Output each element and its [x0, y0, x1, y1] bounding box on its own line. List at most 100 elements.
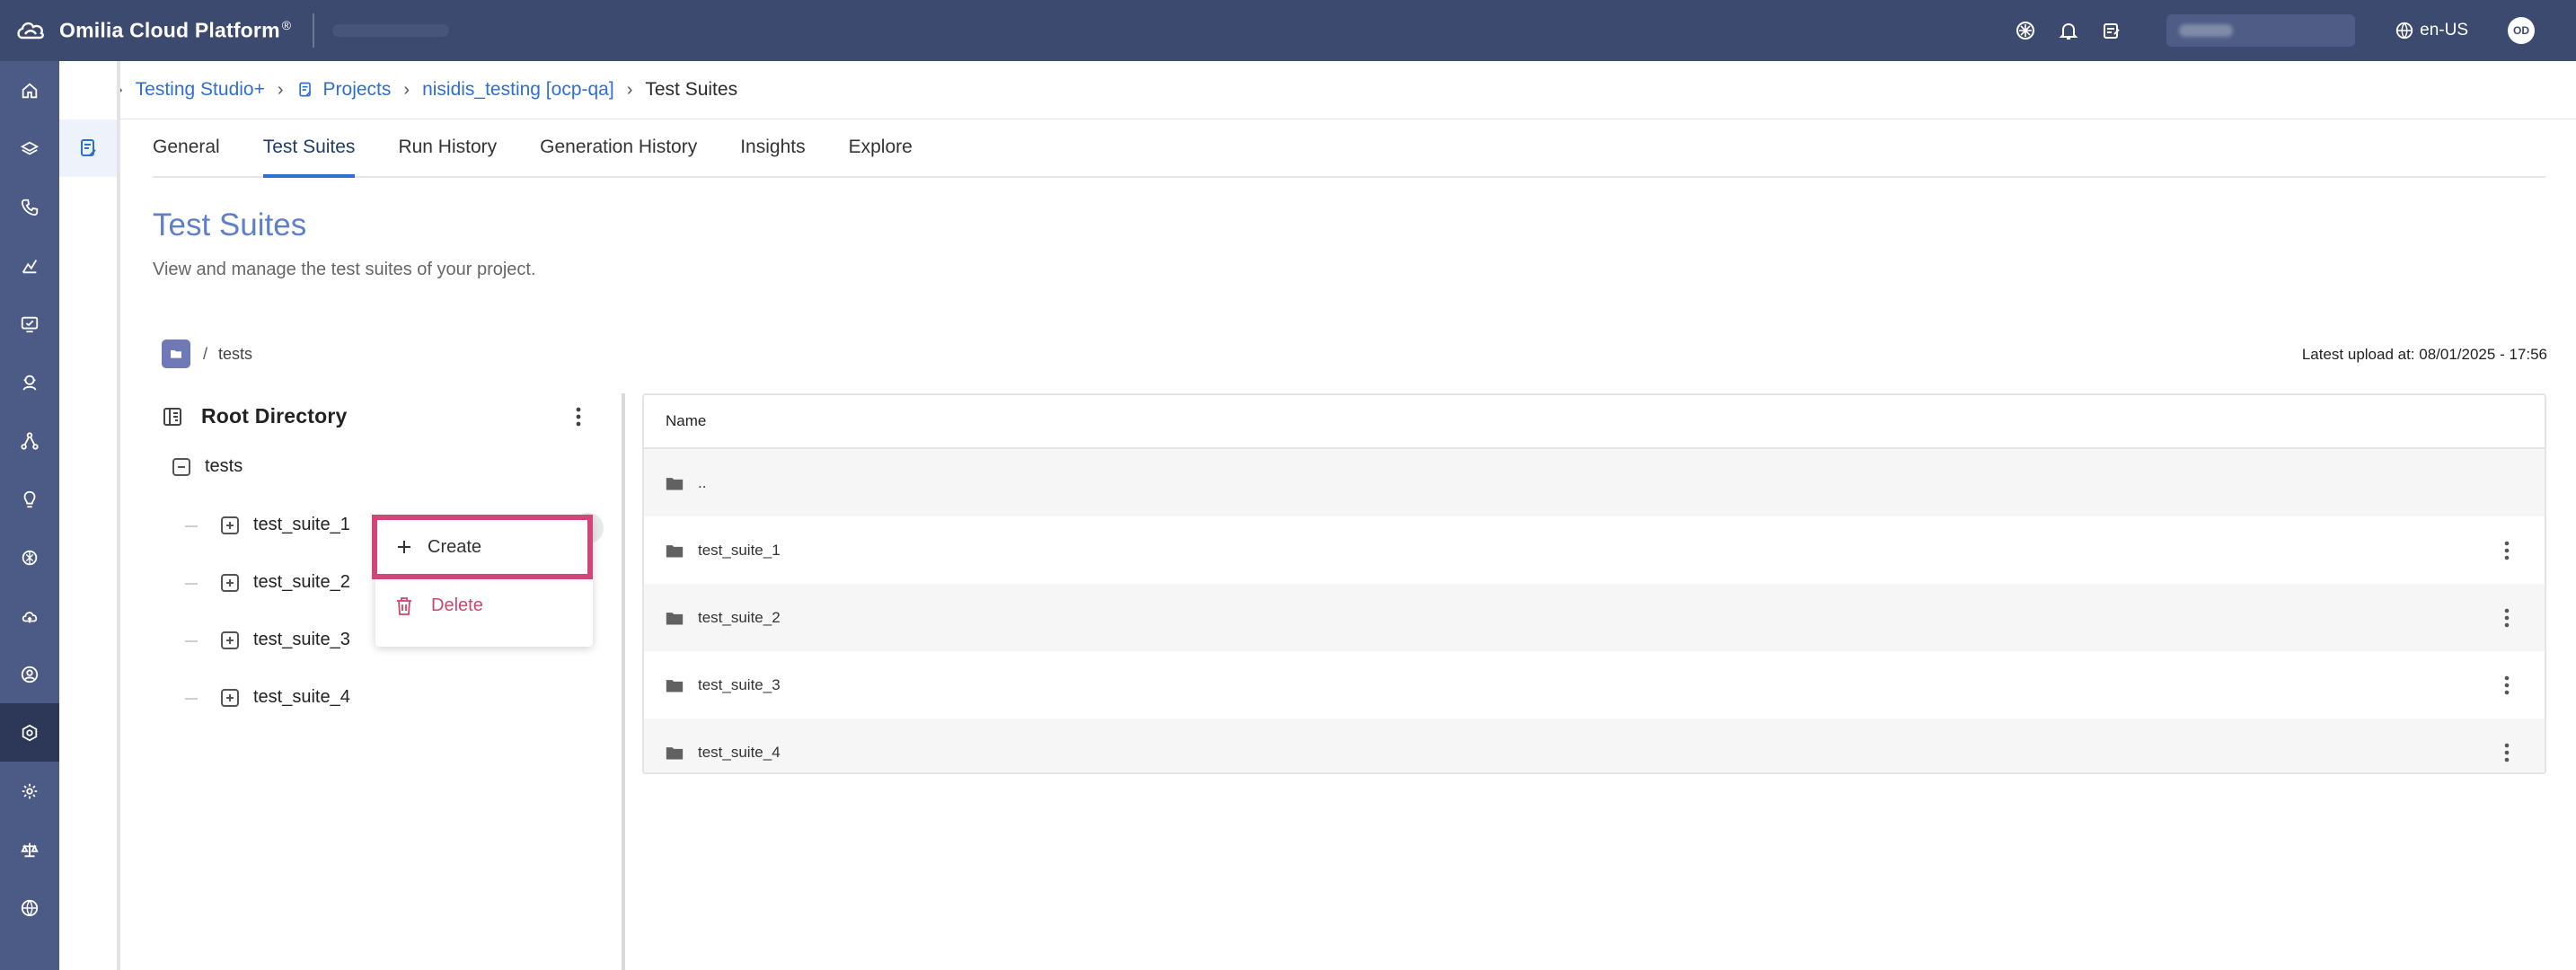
delete-menu-item[interactable]: Delete: [395, 595, 483, 616]
table-row-parent[interactable]: ..: [644, 449, 2545, 516]
file-table: Name .. test_suite_1 test_suite_2 test_s…: [642, 393, 2546, 774]
folder-icon: [171, 350, 181, 358]
tree-node-suite-2[interactable]: test_suite_2: [221, 572, 350, 593]
rail-item-project[interactable]: [59, 119, 117, 177]
context-menu: Create Delete: [372, 515, 593, 647]
table-row-label: test_suite_3: [698, 675, 781, 693]
root-more-icon[interactable]: [575, 406, 582, 432]
breadcrumb: › Testing Studio+ › Projects › nisidis_t…: [59, 61, 2576, 119]
table-header-name[interactable]: Name: [644, 395, 2545, 449]
trash-icon: [397, 596, 411, 615]
brand-name: Omilia Cloud Platform ®: [59, 18, 292, 42]
account-name-redacted: [2179, 24, 2234, 37]
table-row-label: test_suite_1: [698, 541, 781, 559]
root-folder-button[interactable]: [162, 340, 190, 368]
secondary-rail: [59, 61, 120, 970]
sidebar-item-agent[interactable]: [0, 353, 59, 411]
hexagon-icon: [22, 724, 38, 741]
tree-node-suite-4[interactable]: test_suite_4: [221, 687, 350, 708]
phone-icon: [21, 198, 39, 216]
folder-icon: [666, 544, 684, 557]
tree-header: Root Directory: [162, 404, 348, 428]
globe-icon: [2395, 22, 2413, 40]
account-selector[interactable]: [2166, 14, 2356, 47]
avatar[interactable]: OD: [2508, 17, 2535, 44]
bell-icon[interactable]: [2053, 15, 2084, 46]
chevron-right-icon: ›: [626, 79, 633, 100]
sidebar-item-compliance[interactable]: [0, 820, 59, 878]
tab-explore[interactable]: Explore: [849, 118, 913, 176]
table-row[interactable]: test_suite_4: [644, 719, 2545, 772]
directory-tree: Root Directory tests test_suite_1 test_s…: [153, 393, 620, 970]
tree-node-suite-1[interactable]: test_suite_1: [221, 515, 350, 535]
latest-upload: Latest upload at: 08/01/2025 - 17:56: [2301, 346, 2547, 363]
tab-bar: General Test Suites Run History Generati…: [153, 119, 2545, 178]
tab-run-history[interactable]: Run History: [398, 118, 497, 176]
panel-resizer[interactable]: [622, 393, 625, 970]
breadcrumb-current: Test Suites: [645, 79, 738, 100]
top-bar: Omilia Cloud Platform ® en-US OD: [0, 0, 2576, 61]
breadcrumb-projects[interactable]: Projects: [323, 79, 392, 101]
sidebar-item-monitor[interactable]: [0, 295, 59, 353]
left-sidebar: [0, 61, 59, 970]
tree-node-tests[interactable]: tests: [172, 456, 243, 477]
analytics-icon: [22, 259, 38, 273]
expand-icon[interactable]: [221, 688, 239, 707]
collapse-icon[interactable]: [172, 457, 190, 476]
tree-node-label: test_suite_1: [253, 515, 350, 534]
chevron-right-icon: ›: [403, 79, 410, 100]
sidebar-item-flows[interactable]: [0, 411, 59, 470]
sidebar-item-ai[interactable]: [0, 528, 59, 586]
create-menu-item[interactable]: Create: [372, 515, 593, 579]
sidebar-item-layers[interactable]: [0, 119, 59, 178]
flow-icon: [21, 431, 39, 450]
brand-divider: [313, 13, 315, 48]
globe-icon: [21, 899, 39, 916]
row-more-icon[interactable]: [2503, 675, 2510, 701]
sidebar-item-home[interactable]: [0, 61, 59, 119]
plus-icon: [398, 541, 410, 553]
tab-test-suites[interactable]: Test Suites: [262, 118, 355, 178]
path-bar: / tests: [162, 340, 252, 368]
row-more-icon[interactable]: [2503, 607, 2510, 633]
workspace-name-redacted: [332, 24, 450, 37]
tree-node-suite-3[interactable]: test_suite_3: [221, 630, 350, 650]
sidebar-item-cloud[interactable]: [0, 586, 59, 645]
sidebar-item-testing-studio[interactable]: [0, 703, 59, 762]
expand-icon[interactable]: [221, 573, 239, 592]
expand-icon[interactable]: [221, 630, 239, 649]
scale-icon: [21, 842, 39, 857]
sidebar-item-global[interactable]: [0, 878, 59, 937]
user-circle-icon: [21, 666, 39, 683]
notes-icon[interactable]: [2096, 15, 2127, 46]
sidebar-item-settings[interactable]: [0, 762, 59, 820]
sidebar-item-voice[interactable]: [0, 178, 59, 236]
language-selector[interactable]: en-US: [2395, 21, 2468, 40]
tree-connector: [185, 698, 198, 700]
table-row[interactable]: test_suite_3: [644, 651, 2545, 719]
row-more-icon[interactable]: [2503, 742, 2510, 768]
table-row[interactable]: test_suite_1: [644, 516, 2545, 584]
sidebar-item-users[interactable]: [0, 645, 59, 703]
tab-general[interactable]: General: [153, 118, 220, 176]
breadcrumb-testing-studio[interactable]: Testing Studio+: [136, 79, 265, 101]
table-row-label: test_suite_2: [698, 608, 781, 626]
brain-icon: [22, 550, 38, 565]
path-current[interactable]: tests: [218, 345, 252, 364]
expand-icon[interactable]: [221, 516, 239, 534]
table-row[interactable]: test_suite_2: [644, 584, 2545, 651]
tab-insights[interactable]: Insights: [740, 118, 805, 176]
top-right-controls: en-US OD: [2010, 0, 2576, 61]
sidebar-item-analytics[interactable]: [0, 236, 59, 295]
row-more-icon[interactable]: [2503, 540, 2510, 566]
language-label: en-US: [2420, 21, 2468, 40]
tab-generation-history[interactable]: Generation History: [540, 118, 697, 176]
settings-icon: [22, 783, 38, 798]
tree-node-label: test_suite_4: [253, 687, 350, 707]
tree-node-label: test_suite_2: [253, 572, 350, 592]
sidebar-item-insights[interactable]: [0, 470, 59, 528]
breadcrumb-project[interactable]: nisidis_testing [ocp-qa]: [422, 79, 614, 101]
create-label: Create: [428, 536, 482, 557]
apps-icon[interactable]: [2010, 15, 2041, 46]
brand[interactable]: Omilia Cloud Platform ®: [0, 0, 450, 61]
